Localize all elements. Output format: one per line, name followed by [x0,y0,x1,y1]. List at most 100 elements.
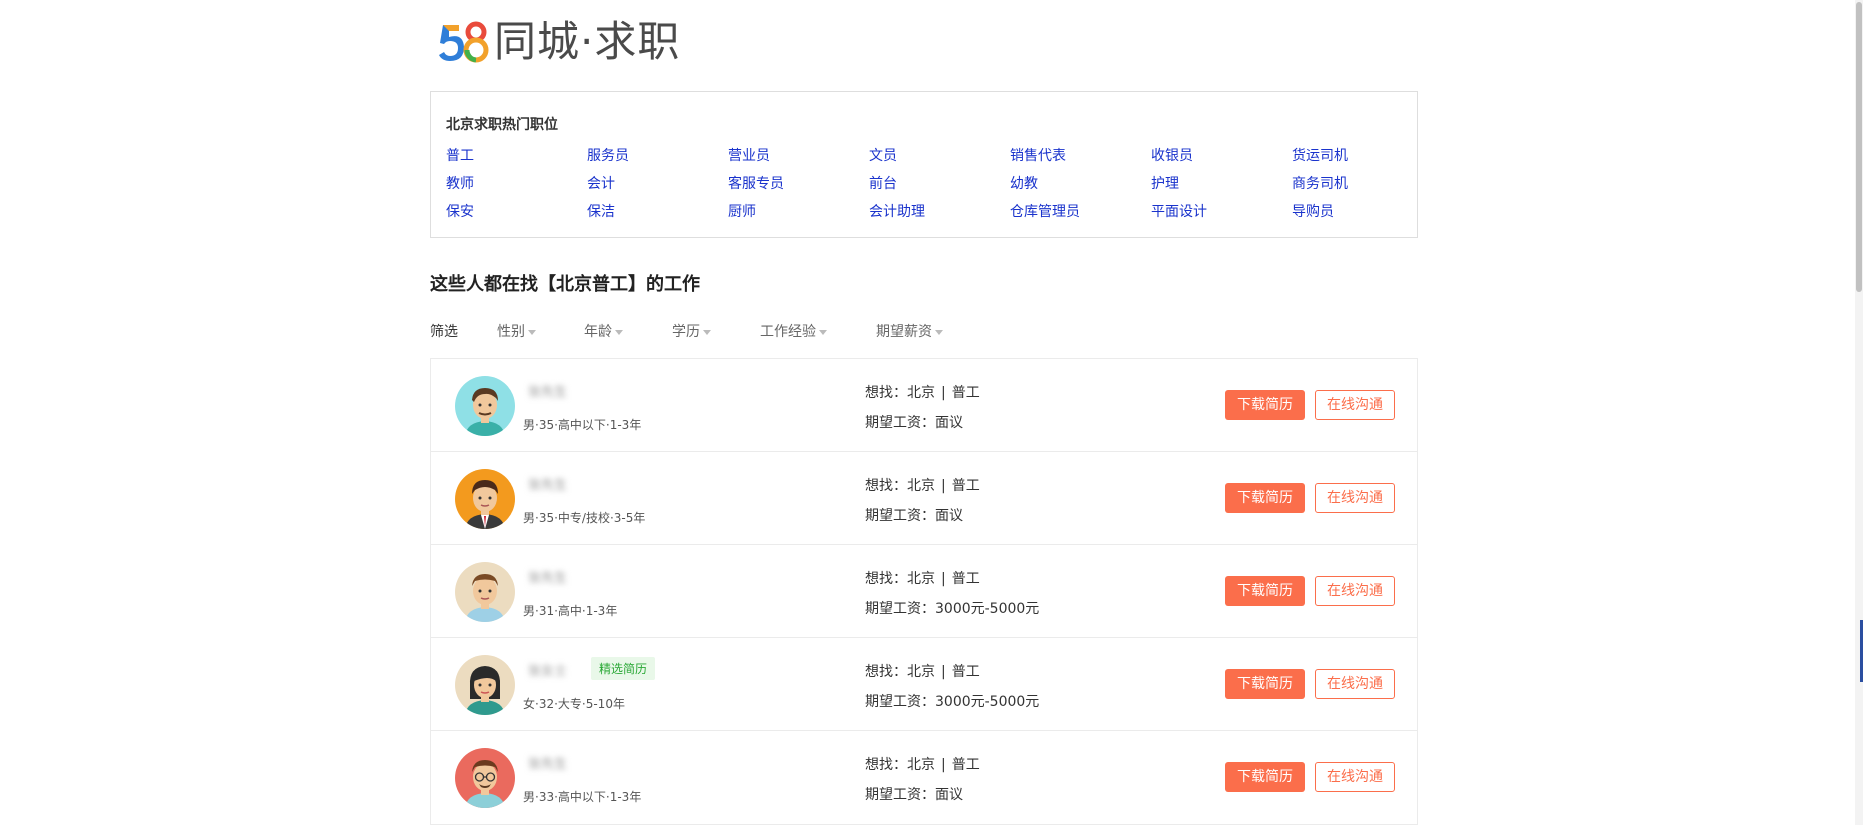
hot-job-link[interactable]: 营业员 [728,148,869,176]
candidate-meta: 男·35·高中以下·1-3年 [523,418,642,432]
want-position: 普工 [951,757,980,773]
hot-job-link[interactable]: 商务司机 [1292,176,1433,204]
woman-beige-icon [455,655,515,715]
filter-age[interactable]: 年龄 [584,321,672,341]
download-resume-button[interactable]: 下载简历 [1225,762,1305,792]
caret-down-icon [935,329,943,335]
section-title: 这些人都在找【北京普工】的工作 [430,274,700,295]
download-resume-button[interactable]: 下载简历 [1225,483,1305,513]
hot-job-link[interactable]: 保安 [446,204,587,232]
caret-down-icon [703,329,711,335]
candidate-meta: 女·32·大专·5-10年 [523,697,625,711]
expected-salary: 期望工资：3000元-5000元 [865,694,1040,710]
want-prefix: 想找：北京 [865,385,935,401]
filter-experience[interactable]: 工作经验 [760,321,876,341]
resume-list: 张先生 男·35·高中以下·1-3年 想找：北京 | 普工 期望工资：面议 下载简历… [430,358,1418,825]
want-position: 普工 [951,478,980,494]
candidate-meta: 男·35·中专/技校·3-5年 [523,511,646,525]
filter-age-label: 年龄 [584,324,612,340]
candidate-name: 张女士 [528,664,568,679]
filter-experience-label: 工作经验 [760,324,816,340]
online-chat-button[interactable]: 在线沟通 [1315,669,1395,699]
filter-salary[interactable]: 期望薪资 [876,321,943,341]
hot-job-link[interactable]: 前台 [869,176,1010,204]
caret-down-icon [615,329,623,335]
want-job: 想找：北京 | 普工 [865,754,980,774]
filter-gender[interactable]: 性别 [497,321,584,341]
hot-job-link[interactable]: 仓库管理员 [1010,204,1151,232]
download-resume-button[interactable]: 下载简历 [1225,576,1305,606]
want-prefix: 想找：北京 [865,757,935,773]
hot-job-link[interactable]: 幼教 [1010,176,1151,204]
hot-jobs-title: 北京求职热门职位 [446,117,558,133]
logo-58-mark [437,17,490,67]
resume-row[interactable]: 张先生 男·33·高中以下·1-3年 想找：北京 | 普工 期望工资：面议 下载简历… [431,731,1417,824]
hot-job-link[interactable]: 销售代表 [1010,148,1151,176]
divider: | [941,385,946,401]
hot-job-link[interactable]: 保洁 [587,204,728,232]
online-chat-button[interactable]: 在线沟通 [1315,576,1395,606]
hot-job-link[interactable]: 货运司机 [1292,148,1433,176]
vertical-scrollbar[interactable] [1855,0,1863,825]
candidate-meta: 男·31·高中·1-3年 [523,604,618,618]
scrollbar-thumb[interactable] [1856,2,1862,292]
want-job: 想找：北京 | 普工 [865,475,980,495]
page: 同城·求职 北京求职热门职位 普工 服务员 营业员 文员 销售代表 收银员 货运… [0,0,1863,825]
want-job: 想找：北京 | 普工 [865,382,980,402]
featured-resume-badge: 精选简历 [591,657,656,680]
resume-row[interactable]: 张先生 男·31·高中·1-3年 想找：北京 | 普工 期望工资：3000元-500… [431,545,1417,638]
candidate-name: 张先生 [528,385,568,400]
resume-row[interactable]: 张先生 男·35·高中以下·1-3年 想找：北京 | 普工 期望工资：面议 下载简历… [431,359,1417,452]
want-position: 普工 [951,571,980,587]
man-glasses-red-icon [455,748,515,808]
hot-job-link[interactable]: 会计 [587,176,728,204]
hot-job-link[interactable]: 厨师 [728,204,869,232]
caret-down-icon [528,329,536,335]
want-prefix: 想找：北京 [865,478,935,494]
want-prefix: 想找：北京 [865,571,935,587]
expected-salary: 期望工资：面议 [865,415,963,431]
site-logo[interactable]: 同城·求职 [437,17,680,67]
candidate-name: 张先生 [528,757,568,772]
candidate-name: 张先生 [528,571,568,586]
logo-text: 同城·求职 [494,17,681,66]
expected-salary: 期望工资：3000元-5000元 [865,601,1040,617]
hot-job-link[interactable]: 导购员 [1292,204,1433,232]
online-chat-button[interactable]: 在线沟通 [1315,483,1395,513]
hot-job-link[interactable]: 平面设计 [1151,204,1292,232]
download-resume-button[interactable]: 下载简历 [1225,669,1305,699]
candidate-meta: 男·33·高中以下·1-3年 [523,790,642,804]
hot-job-link[interactable]: 护理 [1151,176,1292,204]
filter-label: 筛选 [430,324,458,340]
man-beige-icon [455,562,515,622]
hot-job-link[interactable]: 会计助理 [869,204,1010,232]
resume-row[interactable]: 张女士 精选简历 女·32·大专·5-10年 想找：北京 | 普工 期望工资：300… [431,638,1417,731]
filter-education-label: 学历 [672,324,700,340]
hot-job-link[interactable]: 文员 [869,148,1010,176]
divider: | [941,478,946,494]
hot-job-link[interactable]: 客服专员 [728,176,869,204]
resume-row[interactable]: 张先生 男·35·中专/技校·3-5年 想找：北京 | 普工 期望工资：面议 下载简… [431,452,1417,545]
hot-job-link[interactable]: 服务员 [587,148,728,176]
expected-salary: 期望工资：面议 [865,787,963,803]
candidate-name: 张先生 [528,478,568,493]
hot-jobs-grid: 普工 服务员 营业员 文员 销售代表 收银员 货运司机 教师 会计 客服专员 前… [446,148,1433,232]
hot-job-link[interactable]: 教师 [446,176,587,204]
hot-job-link[interactable]: 收银员 [1151,148,1292,176]
caret-down-icon [819,329,827,335]
filter-education[interactable]: 学历 [672,321,760,341]
divider: | [941,571,946,587]
expected-salary: 期望工资：面议 [865,508,963,524]
filter-bar: 筛选 性别 年龄 学历 工作经验 期望薪资 [430,321,943,341]
divider: | [941,757,946,773]
want-position: 普工 [951,385,980,401]
hot-jobs-panel: 北京求职热门职位 普工 服务员 营业员 文员 销售代表 收银员 货运司机 教师 … [430,91,1418,238]
online-chat-button[interactable]: 在线沟通 [1315,762,1395,792]
download-resume-button[interactable]: 下载简历 [1225,390,1305,420]
online-chat-button[interactable]: 在线沟通 [1315,390,1395,420]
want-prefix: 想找：北京 [865,664,935,680]
want-job: 想找：北京 | 普工 [865,661,980,681]
man-teal-icon [455,376,515,436]
filter-gender-label: 性别 [497,324,525,340]
hot-job-link[interactable]: 普工 [446,148,587,176]
